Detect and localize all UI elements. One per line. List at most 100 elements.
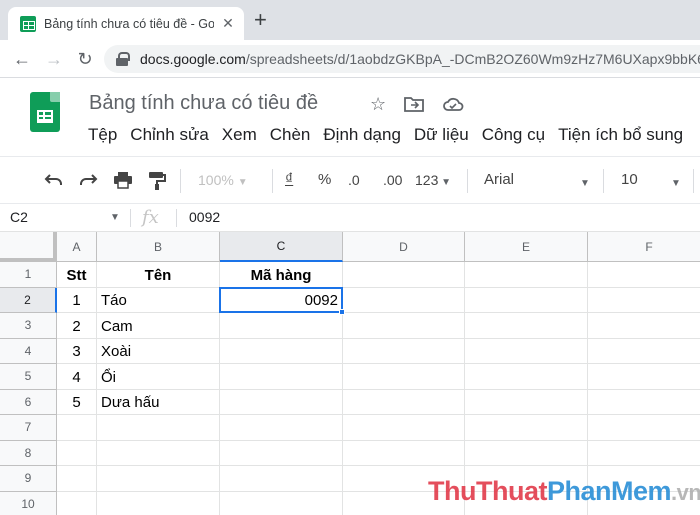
cell-e6[interactable] <box>465 389 588 415</box>
cell-a1[interactable]: Stt <box>57 262 97 288</box>
print-icon[interactable] <box>113 171 133 189</box>
increase-decimal-button[interactable]: .00 <box>383 170 402 190</box>
forward-icon[interactable]: → <box>44 49 64 69</box>
column-header-a[interactable]: A <box>57 232 97 262</box>
spreadsheet-grid[interactable]: A B C D E F 1 Stt Tên Mã hàng 2 1 Táo 0092 3 2 Cam 4 3 Xoài… <box>0 232 700 515</box>
row-header-8[interactable]: 8 <box>0 440 57 466</box>
cell-e2[interactable] <box>465 287 588 313</box>
name-box[interactable]: C2 <box>10 209 28 225</box>
cell-b5[interactable]: Ổi <box>97 364 220 390</box>
row-header-4[interactable]: 4 <box>0 338 57 364</box>
cell-b3[interactable]: Cam <box>97 313 220 339</box>
cell-d6[interactable] <box>343 389 465 415</box>
row-header-2[interactable]: 2 <box>0 287 57 313</box>
cell-f4[interactable] <box>588 339 700 364</box>
cell-f2[interactable] <box>588 288 700 313</box>
cell-c6[interactable] <box>220 389 343 415</box>
font-size-dropdown-icon[interactable]: ▼ <box>671 174 681 194</box>
cell-a2[interactable]: 1 <box>57 287 97 313</box>
zoom-select[interactable]: 100% ▼ <box>198 170 248 193</box>
font-dropdown-icon[interactable]: ▼ <box>580 174 590 194</box>
cell-c7[interactable] <box>220 415 343 441</box>
cell-d3[interactable] <box>343 313 465 339</box>
select-all-corner[interactable] <box>0 232 57 262</box>
formula-input[interactable]: 0092 <box>189 209 220 225</box>
cell-a4[interactable]: 3 <box>57 338 97 364</box>
percent-format-button[interactable]: % <box>318 170 331 190</box>
name-box-dropdown-icon[interactable]: ▼ <box>110 212 120 223</box>
cell-a8[interactable] <box>57 440 97 466</box>
new-tab-button[interactable]: + <box>254 9 267 31</box>
row-header-1[interactable]: 1 <box>0 262 57 288</box>
cell-e7[interactable] <box>465 415 588 441</box>
cell-f7[interactable] <box>588 415 700 441</box>
row-header-6[interactable]: 6 <box>0 389 57 415</box>
cell-c2[interactable]: 0092 <box>220 287 343 313</box>
undo-icon[interactable] <box>44 173 64 187</box>
decrease-decimal-button[interactable]: .0 <box>348 170 360 190</box>
close-tab-icon[interactable]: ✕ <box>220 15 236 32</box>
menu-view[interactable]: Xem <box>222 125 257 145</box>
cell-c8[interactable] <box>220 440 343 466</box>
cell-a3[interactable]: 2 <box>57 313 97 339</box>
row-header-7[interactable]: 7 <box>0 415 57 441</box>
cell-d7[interactable] <box>343 415 465 441</box>
cell-f8[interactable] <box>588 441 700 466</box>
cell-c1[interactable]: Mã hàng <box>220 262 343 288</box>
row-header-9[interactable]: 9 <box>0 466 57 492</box>
row-header-3[interactable]: 3 <box>0 313 57 339</box>
menu-addons[interactable]: Tiện ích bổ sung <box>558 125 683 145</box>
column-header-e[interactable]: E <box>465 232 588 262</box>
column-header-f[interactable]: F <box>588 232 700 262</box>
font-select[interactable]: Arial <box>484 171 514 188</box>
cell-e5[interactable] <box>465 364 588 390</box>
paint-format-icon[interactable] <box>148 171 166 191</box>
lock-icon[interactable] <box>116 52 130 66</box>
cell-c9[interactable] <box>220 466 343 492</box>
cell-c3[interactable] <box>220 313 343 339</box>
menu-file[interactable]: Tệp <box>88 125 117 145</box>
cell-b2[interactable]: Táo <box>97 287 220 313</box>
cell-e8[interactable] <box>465 440 588 466</box>
cell-b4[interactable]: Xoài <box>97 338 220 364</box>
cell-a7[interactable] <box>57 415 97 441</box>
menu-data[interactable]: Dữ liệu <box>414 125 469 145</box>
cell-d5[interactable] <box>343 364 465 390</box>
browser-tab[interactable]: Bảng tính chưa có tiêu đề - Goog ✕ <box>8 7 244 40</box>
menu-insert[interactable]: Chèn <box>270 125 311 145</box>
menu-format[interactable]: Định dạng <box>323 125 401 145</box>
font-size-select[interactable]: 10 <box>621 171 638 188</box>
cell-a6[interactable]: 5 <box>57 389 97 415</box>
cell-f5[interactable] <box>588 364 700 390</box>
cell-a5[interactable]: 4 <box>57 364 97 390</box>
cell-c10[interactable] <box>220 491 343 515</box>
cell-e3[interactable] <box>465 313 588 339</box>
cell-b1[interactable]: Tên <box>97 262 220 288</box>
reload-icon[interactable]: ↻ <box>75 49 95 69</box>
column-header-b[interactable]: B <box>97 232 220 262</box>
cell-a9[interactable] <box>57 466 97 492</box>
cell-a10[interactable] <box>57 491 97 515</box>
cell-c5[interactable] <box>220 364 343 390</box>
cell-b6[interactable]: Dưa hấu <box>97 389 220 415</box>
cell-d4[interactable] <box>343 338 465 364</box>
cell-c4[interactable] <box>220 338 343 364</box>
star-icon[interactable]: ☆ <box>370 94 386 114</box>
cell-b8[interactable] <box>97 440 220 466</box>
menu-edit[interactable]: Chỉnh sửa <box>130 125 208 145</box>
column-header-c[interactable]: C <box>220 232 343 262</box>
row-header-10[interactable]: 10 <box>0 491 57 515</box>
column-header-d[interactable]: D <box>343 232 465 262</box>
cloud-saved-icon[interactable] <box>442 96 464 112</box>
cell-e4[interactable] <box>465 338 588 364</box>
cell-d2[interactable] <box>343 287 465 313</box>
sheets-logo-icon[interactable] <box>30 92 60 132</box>
currency-format-button[interactable]: ₫ <box>285 170 293 190</box>
document-title[interactable]: Bảng tính chưa có tiêu đề <box>89 92 318 115</box>
address-bar[interactable]: docs.google.com/spreadsheets/d/1aobdzGKB… <box>104 45 700 73</box>
move-folder-icon[interactable] <box>404 96 424 112</box>
more-formats-button[interactable]: 123 ▼ <box>415 170 451 193</box>
cell-b9[interactable] <box>97 466 220 492</box>
cell-b10[interactable] <box>97 491 220 515</box>
cell-d1[interactable] <box>343 262 465 288</box>
